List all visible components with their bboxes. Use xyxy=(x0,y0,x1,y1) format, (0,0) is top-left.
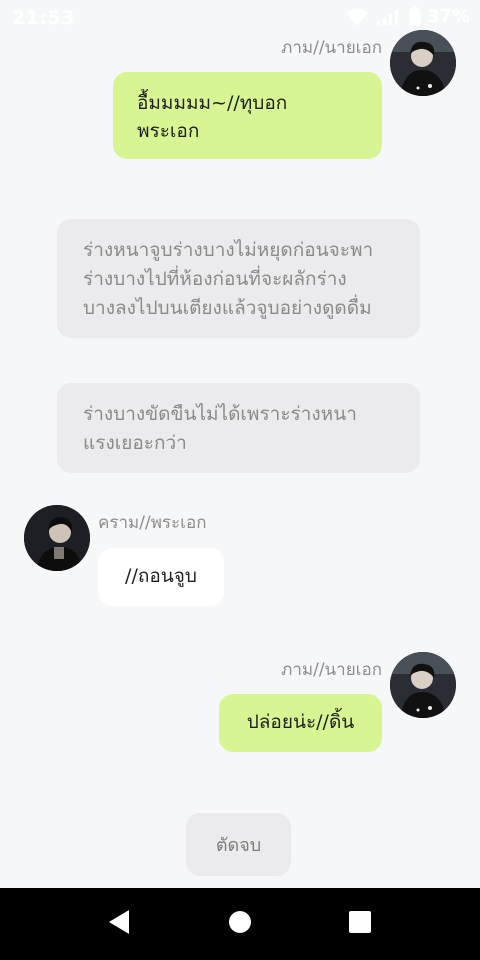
status-time: 21:53 xyxy=(12,7,75,29)
back-button[interactable] xyxy=(74,888,164,960)
end-story-button[interactable]: ตัดจบ xyxy=(186,813,291,876)
avatar[interactable] xyxy=(390,652,456,718)
navigation-bar xyxy=(0,888,480,960)
recents-icon xyxy=(348,910,372,938)
avatar[interactable] xyxy=(390,30,456,96)
back-icon xyxy=(107,909,131,939)
message-bubble[interactable]: ปล่อยน่ะ//ดิ้น xyxy=(219,694,382,752)
narration-bubble: ร่างหนาจูบร่างบางไม่หยุดก่อนจะพา ร่างบาง… xyxy=(57,219,420,338)
narration-bubble: ร่างบางขัดขืนไม่ได้เพราะร่างหนา แรงเยอะก… xyxy=(57,383,420,473)
status-bar: 21:53 37% xyxy=(0,0,480,36)
recents-button[interactable] xyxy=(315,888,405,960)
home-icon xyxy=(228,910,252,938)
battery-icon xyxy=(409,6,421,27)
avatar[interactable] xyxy=(24,505,90,571)
message-bubble[interactable]: อื้มมมมม~//ทุบอก พระเอก xyxy=(113,72,382,159)
message-bubble[interactable]: //ถอนจูบ xyxy=(98,548,224,606)
sender-name: คราม//พระเอก xyxy=(98,513,207,533)
battery-percent: 37% xyxy=(426,6,470,27)
status-icons: 37% xyxy=(345,6,470,27)
home-button[interactable] xyxy=(195,888,285,960)
signal-icon xyxy=(375,8,403,26)
sender-name: ภาม//นายเอก xyxy=(281,38,382,58)
sender-name: ภาม//นายเอก xyxy=(281,660,382,680)
wifi-icon xyxy=(345,7,369,27)
